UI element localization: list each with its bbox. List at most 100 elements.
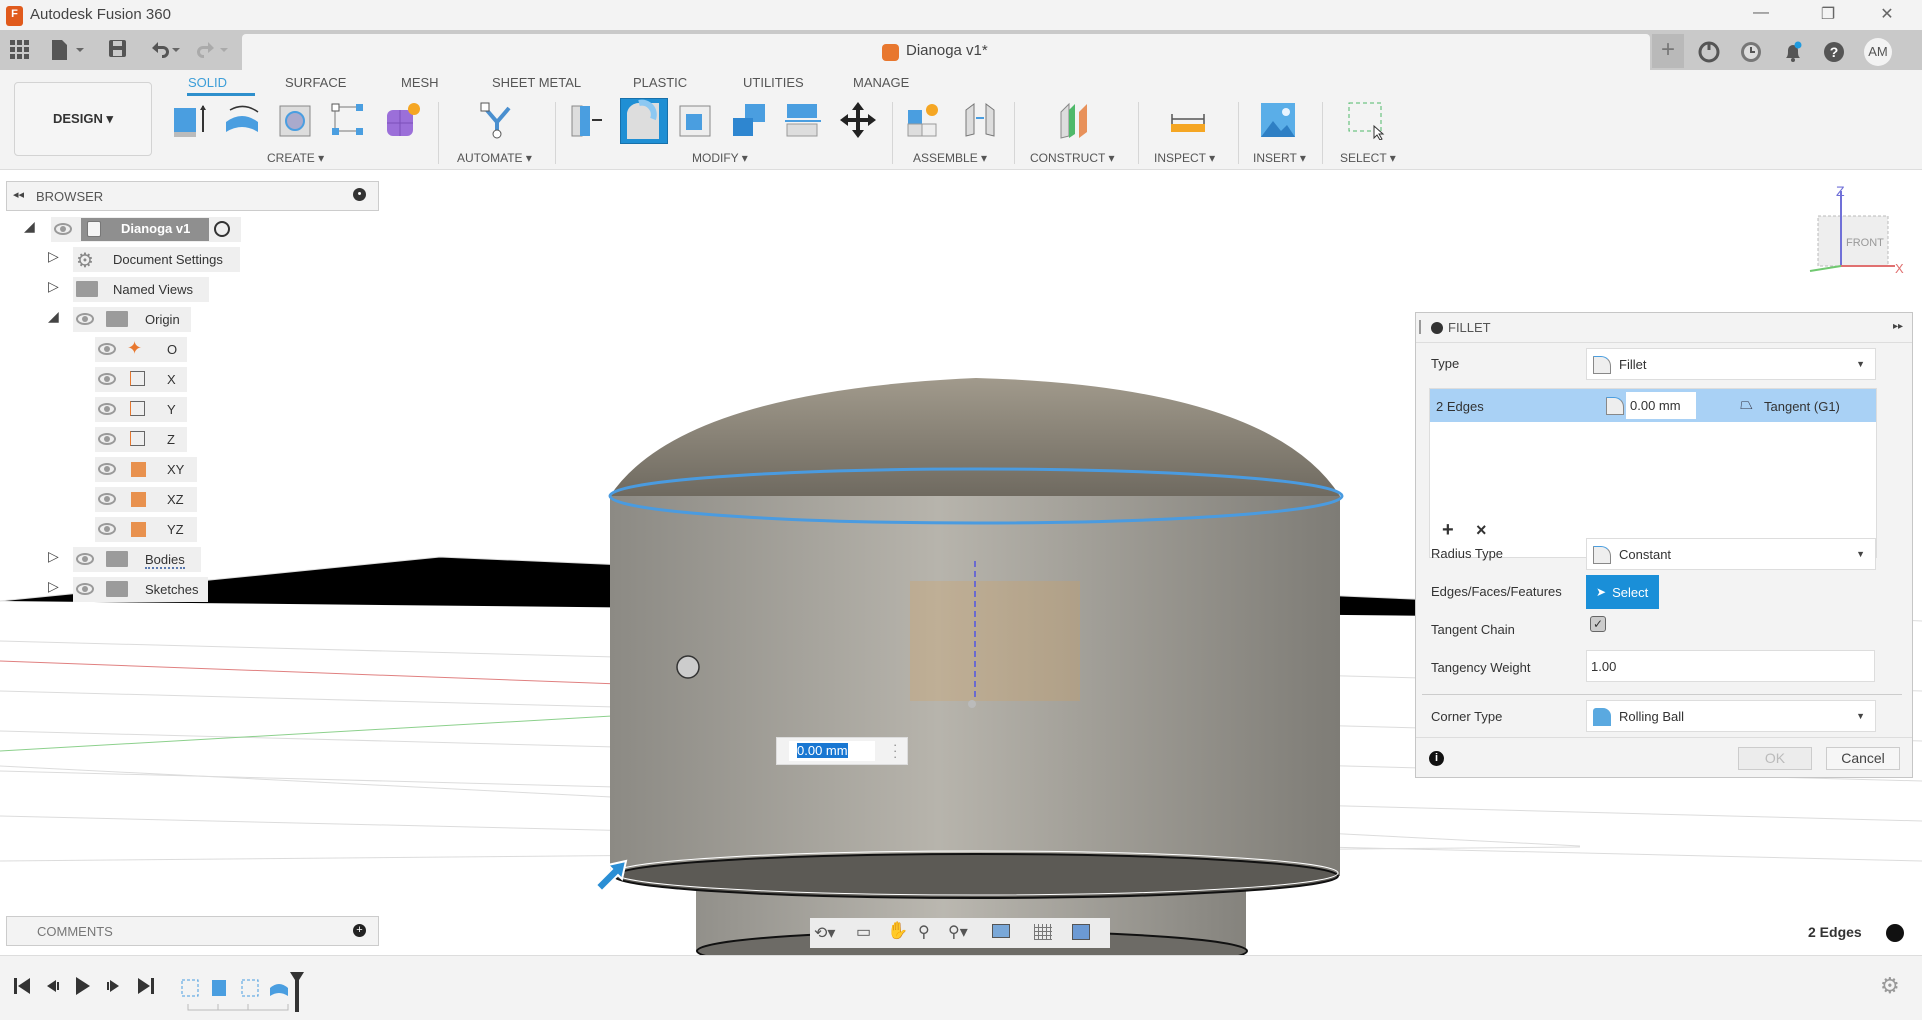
- press-pull-icon[interactable]: [568, 100, 608, 140]
- visibility-eye-icon[interactable]: [98, 343, 116, 355]
- display-settings-icon[interactable]: [992, 924, 1010, 938]
- step-back-icon[interactable]: [47, 980, 59, 992]
- tangent-chain-checkbox[interactable]: ✓: [1590, 616, 1606, 632]
- expand-triangle-icon[interactable]: ▷: [48, 548, 59, 565]
- automate-icon[interactable]: [477, 100, 517, 140]
- drag-handle[interactable]: [1419, 320, 1421, 334]
- group-modify[interactable]: MODIFY ▾: [692, 151, 748, 165]
- info-icon[interactable]: i: [1429, 751, 1444, 766]
- collapse-dialog-icon[interactable]: [1431, 322, 1443, 334]
- pattern-icon[interactable]: [328, 100, 368, 140]
- tree-item-y-axis[interactable]: Y: [95, 397, 187, 422]
- tab-sheet-metal[interactable]: SHEET METAL: [492, 75, 581, 90]
- visibility-eye-icon[interactable]: [98, 403, 116, 415]
- selection-row[interactable]: 2 Edges 0.00 mm ⏢ Tangent (G1): [1430, 389, 1876, 422]
- add-comment-icon[interactable]: +: [353, 924, 366, 937]
- go-to-end-icon[interactable]: [138, 978, 154, 994]
- tree-root[interactable]: Dianoga v1: [51, 217, 241, 242]
- corner-type-dropdown[interactable]: Rolling Ball ▼: [1586, 700, 1876, 732]
- extensions-icon[interactable]: [1698, 41, 1720, 63]
- group-select[interactable]: SELECT ▾: [1340, 151, 1396, 165]
- job-status-icon[interactable]: [1740, 41, 1762, 63]
- tab-manage[interactable]: MANAGE: [853, 75, 909, 90]
- browser-panel-header[interactable]: ◂◂ BROWSER •: [6, 181, 379, 211]
- restore-button[interactable]: ❐: [1813, 4, 1843, 24]
- group-construct[interactable]: CONSTRUCT ▾: [1030, 151, 1114, 165]
- tree-item-origin[interactable]: Origin: [73, 307, 191, 332]
- continuity-value[interactable]: Tangent (G1): [1764, 399, 1840, 414]
- visibility-eye-icon[interactable]: [98, 373, 116, 385]
- tree-item-xz-plane[interactable]: XZ: [95, 487, 197, 512]
- comments-panel[interactable]: COMMENTS +: [6, 916, 379, 946]
- add-selection-button[interactable]: +: [1442, 519, 1454, 542]
- fillet-tool-active[interactable]: [620, 98, 668, 144]
- tree-item-xy-plane[interactable]: XY: [95, 457, 197, 482]
- look-at-icon[interactable]: ▭: [856, 922, 871, 942]
- expand-triangle-icon[interactable]: ▷: [48, 278, 59, 295]
- flip-direction-icon[interactable]: [676, 655, 700, 679]
- viewports-icon[interactable]: [1072, 924, 1090, 940]
- go-to-start-icon[interactable]: [14, 978, 30, 994]
- pan-hand-icon[interactable]: ✋: [887, 921, 908, 941]
- visibility-eye-icon[interactable]: [76, 583, 94, 595]
- ok-button[interactable]: OK: [1738, 747, 1812, 770]
- radius-type-dropdown[interactable]: Constant ▼: [1586, 538, 1876, 570]
- offset-plane-icon[interactable]: [1055, 100, 1095, 140]
- collapse-triangle-icon[interactable]: ◢: [48, 308, 59, 325]
- hole-icon[interactable]: [276, 100, 316, 140]
- browser-pin-icon[interactable]: •: [353, 188, 366, 201]
- visibility-eye-icon[interactable]: [76, 313, 94, 325]
- tab-mesh[interactable]: MESH: [401, 75, 439, 90]
- tree-item-origin-point[interactable]: ✦ O: [95, 337, 187, 362]
- user-avatar[interactable]: AM: [1864, 38, 1892, 66]
- tab-utilities[interactable]: UTILITIES: [743, 75, 804, 90]
- type-dropdown[interactable]: Fillet ▼: [1586, 348, 1876, 380]
- close-window-button[interactable]: ✕: [1872, 4, 1902, 24]
- extrude-icon[interactable]: [170, 100, 210, 140]
- timeline-marker[interactable]: [290, 972, 304, 1012]
- visibility-eye-icon[interactable]: [98, 463, 116, 475]
- visibility-eye-icon[interactable]: [98, 523, 116, 535]
- tree-item-z-axis[interactable]: Z: [95, 427, 187, 452]
- group-assemble[interactable]: ASSEMBLE ▾: [913, 151, 987, 165]
- minimize-button[interactable]: —: [1746, 4, 1776, 22]
- remove-selection-button[interactable]: ×: [1476, 520, 1487, 541]
- redo-icon[interactable]: [196, 39, 232, 61]
- visibility-eye-icon[interactable]: [54, 223, 72, 235]
- collapse-browser-icon[interactable]: ◂◂: [13, 188, 24, 201]
- tab-solid[interactable]: SOLID: [188, 75, 227, 90]
- tree-item-x-axis[interactable]: X: [95, 367, 187, 392]
- insert-image-icon[interactable]: [1258, 100, 1298, 140]
- timeline-sketch-icon[interactable]: [181, 979, 199, 997]
- more-options-icon[interactable]: · · ·: [893, 738, 897, 763]
- selection-filter-icon[interactable]: [1886, 924, 1904, 942]
- expand-dialog-icon[interactable]: ▸▸: [1893, 321, 1903, 332]
- group-automate[interactable]: AUTOMATE ▾: [457, 151, 532, 165]
- timeline-extrude-icon[interactable]: [212, 980, 226, 996]
- document-tab[interactable]: Dianoga v1* ×: [242, 34, 1873, 70]
- visibility-eye-icon[interactable]: [76, 553, 94, 565]
- activate-radio-icon[interactable]: [214, 221, 230, 237]
- move-copy-icon[interactable]: [838, 100, 878, 140]
- help-icon[interactable]: ?: [1823, 41, 1845, 63]
- apps-grid-icon[interactable]: [10, 40, 30, 60]
- radius-input[interactable]: 0.00 mm: [1626, 392, 1696, 419]
- visibility-eye-icon[interactable]: [98, 433, 116, 445]
- tangency-weight-input[interactable]: 1.00: [1586, 650, 1875, 682]
- expand-triangle-icon[interactable]: ▷: [48, 248, 59, 265]
- grid-settings-icon[interactable]: [1034, 924, 1052, 940]
- group-insert[interactable]: INSERT ▾: [1253, 151, 1306, 165]
- create-form-icon[interactable]: [383, 100, 423, 140]
- combine-icon[interactable]: [729, 100, 769, 140]
- collapse-triangle-icon[interactable]: ◢: [24, 218, 35, 235]
- tab-plastic[interactable]: PLASTIC: [633, 75, 687, 90]
- window-select-icon[interactable]: [1346, 100, 1386, 140]
- measure-icon[interactable]: [1168, 100, 1208, 140]
- viewcube[interactable]: [1809, 191, 1895, 272]
- tree-item-named-views[interactable]: Named Views: [73, 277, 209, 302]
- select-button[interactable]: ➤ Select: [1586, 575, 1659, 609]
- timeline-settings-gear-icon[interactable]: ⚙: [1880, 973, 1900, 999]
- joint-icon[interactable]: [960, 100, 1000, 140]
- group-inspect[interactable]: INSPECT ▾: [1154, 151, 1215, 165]
- notifications-bell-icon[interactable]: [1782, 40, 1804, 64]
